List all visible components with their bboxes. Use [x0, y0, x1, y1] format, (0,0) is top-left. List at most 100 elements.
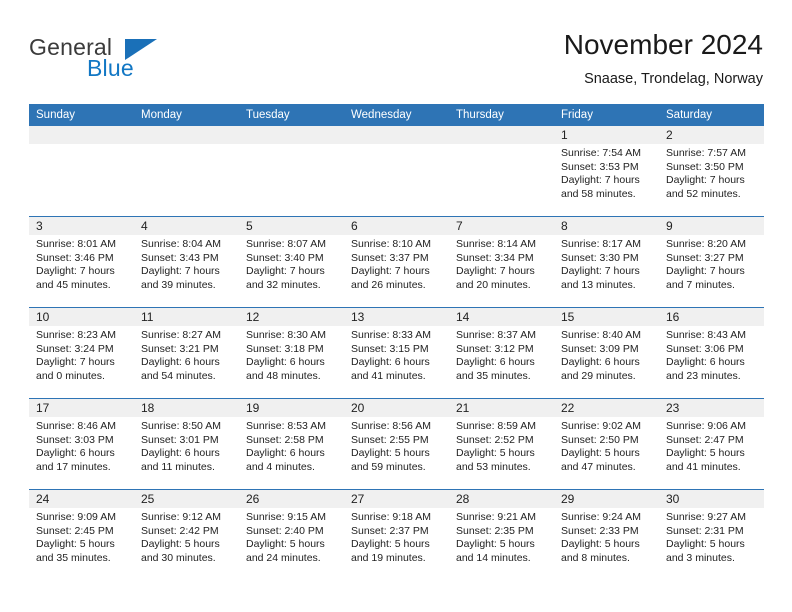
daylight-text-line2: and 48 minutes.	[246, 369, 321, 382]
sunrise-text: Sunrise: 9:02 AM	[561, 420, 641, 432]
calendar-day-cell[interactable]: 5 Sunrise: 8:07 AM Sunset: 3:40 PM Daylight…	[239, 217, 344, 307]
sunset-text: Sunset: 3:46 PM	[36, 251, 114, 264]
calendar-day-cell[interactable]: 21 Sunrise: 8:59 AM Sunset: 2:52 PM Dayligh…	[449, 399, 554, 489]
day-sun-info: Sunrise: 7:54 AM Sunset: 3:53 PM Daylight:…	[554, 144, 659, 201]
calendar-day-cell[interactable]: 17 Sunrise: 8:46 AM Sunset: 3:03 PM Dayligh…	[29, 399, 134, 489]
day-sun-info: Sunrise: 8:33 AM Sunset: 3:15 PM Daylight:…	[344, 326, 449, 383]
calendar-day-cell[interactable]: 6 Sunrise: 8:10 AM Sunset: 3:37 PM Daylight…	[344, 217, 449, 307]
calendar-day-cell[interactable]: 12 Sunrise: 8:30 AM Sunset: 3:18 PM Dayligh…	[239, 308, 344, 398]
day-sun-info: Sunrise: 8:10 AM Sunset: 3:37 PM Daylight:…	[344, 235, 449, 292]
daylight-text-line1: Daylight: 5 hours	[666, 538, 745, 551]
calendar-day-cell[interactable]: 22 Sunrise: 9:02 AM Sunset: 2:50 PM Dayligh…	[554, 399, 659, 489]
calendar-day-cell[interactable]: 10 Sunrise: 8:23 AM Sunset: 3:24 PM Dayligh…	[29, 308, 134, 398]
calendar-day-cell[interactable]: 8 Sunrise: 8:17 AM Sunset: 3:30 PM Daylight…	[554, 217, 659, 307]
daylight-text-line1: Daylight: 7 hours	[666, 265, 745, 278]
day-sun-info: Sunrise: 8:56 AM Sunset: 2:55 PM Daylight:…	[344, 417, 449, 474]
calendar-day-cell[interactable]: 4 Sunrise: 8:04 AM Sunset: 3:43 PM Daylight…	[134, 217, 239, 307]
calendar-week-row: 3 Sunrise: 8:01 AM Sunset: 3:46 PM Daylight…	[29, 216, 764, 307]
calendar-day-cell[interactable]: 3 Sunrise: 8:01 AM Sunset: 3:46 PM Daylight…	[29, 217, 134, 307]
day-sun-info: Sunrise: 9:09 AM Sunset: 2:45 PM Daylight:…	[29, 508, 134, 565]
sunrise-text: Sunrise: 8:56 AM	[351, 420, 431, 432]
calendar-day-cell[interactable]: 29 Sunrise: 9:24 AM Sunset: 2:33 PM Dayligh…	[554, 490, 659, 580]
day-sun-info: Sunrise: 8:30 AM Sunset: 3:18 PM Daylight:…	[239, 326, 344, 383]
day-number: 27	[344, 490, 449, 508]
calendar-day-cell[interactable]: 26 Sunrise: 9:15 AM Sunset: 2:40 PM Dayligh…	[239, 490, 344, 580]
daylight-text-line1: Daylight: 5 hours	[36, 538, 115, 551]
daylight-text-line1: Daylight: 5 hours	[561, 538, 640, 551]
daylight-text-line2: and 23 minutes.	[666, 369, 741, 382]
day-number: 19	[239, 399, 344, 417]
calendar-day-cell[interactable]: 15 Sunrise: 8:40 AM Sunset: 3:09 PM Dayligh…	[554, 308, 659, 398]
day-number: 2	[659, 126, 764, 144]
day-sun-info: Sunrise: 8:50 AM Sunset: 3:01 PM Daylight:…	[134, 417, 239, 474]
calendar-day-cell-empty	[344, 126, 449, 216]
day-number: 11	[134, 308, 239, 326]
calendar-day-cell[interactable]: 16 Sunrise: 8:43 AM Sunset: 3:06 PM Dayligh…	[659, 308, 764, 398]
daylight-text-line2: and 32 minutes.	[246, 278, 321, 291]
day-number: 6	[344, 217, 449, 235]
calendar-day-cell[interactable]: 30 Sunrise: 9:27 AM Sunset: 2:31 PM Dayligh…	[659, 490, 764, 580]
calendar-day-cell[interactable]: 18 Sunrise: 8:50 AM Sunset: 3:01 PM Dayligh…	[134, 399, 239, 489]
daylight-text-line2: and 24 minutes.	[246, 551, 321, 564]
calendar-day-cell[interactable]: 13 Sunrise: 8:33 AM Sunset: 3:15 PM Dayligh…	[344, 308, 449, 398]
day-sun-info: Sunrise: 8:14 AM Sunset: 3:34 PM Daylight:…	[449, 235, 554, 292]
sunset-text: Sunset: 2:55 PM	[351, 433, 429, 446]
calendar-day-cell[interactable]: 2 Sunrise: 7:57 AM Sunset: 3:50 PM Daylight…	[659, 126, 764, 216]
daylight-text-line2: and 19 minutes.	[351, 551, 426, 564]
sunrise-text: Sunrise: 8:17 AM	[561, 238, 641, 250]
calendar-day-cell[interactable]: 11 Sunrise: 8:27 AM Sunset: 3:21 PM Dayligh…	[134, 308, 239, 398]
day-sun-info: Sunrise: 8:40 AM Sunset: 3:09 PM Daylight:…	[554, 326, 659, 383]
daylight-text-line2: and 30 minutes.	[141, 551, 216, 564]
calendar-day-cell[interactable]: 1 Sunrise: 7:54 AM Sunset: 3:53 PM Daylight…	[554, 126, 659, 216]
calendar-day-cell[interactable]: 19 Sunrise: 8:53 AM Sunset: 2:58 PM Dayligh…	[239, 399, 344, 489]
day-sun-info: Sunrise: 8:04 AM Sunset: 3:43 PM Daylight:…	[134, 235, 239, 292]
day-sun-info: Sunrise: 9:24 AM Sunset: 2:33 PM Daylight:…	[554, 508, 659, 565]
daylight-text-line1: Daylight: 7 hours	[666, 174, 745, 187]
calendar-day-cell[interactable]: 27 Sunrise: 9:18 AM Sunset: 2:37 PM Dayligh…	[344, 490, 449, 580]
calendar-day-cell[interactable]: 9 Sunrise: 8:20 AM Sunset: 3:27 PM Daylight…	[659, 217, 764, 307]
sunrise-text: Sunrise: 8:27 AM	[141, 329, 221, 341]
daylight-text-line1: Daylight: 5 hours	[456, 538, 535, 551]
calendar-day-cell[interactable]: 24 Sunrise: 9:09 AM Sunset: 2:45 PM Dayligh…	[29, 490, 134, 580]
daylight-text-line2: and 58 minutes.	[561, 187, 636, 200]
daylight-text-line2: and 7 minutes.	[666, 278, 735, 291]
calendar-week-row: 1 Sunrise: 7:54 AM Sunset: 3:53 PM Daylight…	[29, 126, 764, 216]
sunset-text: Sunset: 3:12 PM	[456, 342, 534, 355]
day-number: 16	[659, 308, 764, 326]
sunset-text: Sunset: 2:47 PM	[666, 433, 744, 446]
calendar-day-cell-empty	[239, 126, 344, 216]
calendar-day-cell[interactable]: 7 Sunrise: 8:14 AM Sunset: 3:34 PM Daylight…	[449, 217, 554, 307]
daylight-text-line1: Daylight: 7 hours	[141, 265, 220, 278]
daylight-text-line2: and 53 minutes.	[456, 460, 531, 473]
calendar-week-row: 17 Sunrise: 8:46 AM Sunset: 3:03 PM Dayligh…	[29, 398, 764, 489]
daylight-text-line2: and 17 minutes.	[36, 460, 111, 473]
sunrise-text: Sunrise: 9:27 AM	[666, 511, 746, 523]
daylight-text-line1: Daylight: 6 hours	[666, 356, 745, 369]
day-sun-info: Sunrise: 8:23 AM Sunset: 3:24 PM Daylight:…	[29, 326, 134, 383]
calendar-day-cell[interactable]: 23 Sunrise: 9:06 AM Sunset: 2:47 PM Dayligh…	[659, 399, 764, 489]
calendar-weeks: 1 Sunrise: 7:54 AM Sunset: 3:53 PM Daylight…	[29, 126, 764, 580]
calendar-day-cell[interactable]: 14 Sunrise: 8:37 AM Sunset: 3:12 PM Dayligh…	[449, 308, 554, 398]
daylight-text-line2: and 54 minutes.	[141, 369, 216, 382]
daylight-text-line1: Daylight: 5 hours	[666, 447, 745, 460]
sunrise-text: Sunrise: 8:59 AM	[456, 420, 536, 432]
day-number: 28	[449, 490, 554, 508]
calendar-day-cell-empty	[134, 126, 239, 216]
day-number: 10	[29, 308, 134, 326]
day-number	[29, 126, 134, 144]
calendar-day-cell[interactable]: 28 Sunrise: 9:21 AM Sunset: 2:35 PM Dayligh…	[449, 490, 554, 580]
sunset-text: Sunset: 3:34 PM	[456, 251, 534, 264]
daylight-text-line1: Daylight: 7 hours	[246, 265, 325, 278]
page-title: November 2024	[563, 29, 763, 60]
sunrise-text: Sunrise: 9:12 AM	[141, 511, 221, 523]
general-blue-logo[interactable]: General Blue	[29, 34, 229, 90]
day-sun-info: Sunrise: 9:18 AM Sunset: 2:37 PM Daylight:…	[344, 508, 449, 565]
calendar-day-cell[interactable]: 25 Sunrise: 9:12 AM Sunset: 2:42 PM Dayligh…	[134, 490, 239, 580]
sunset-text: Sunset: 3:30 PM	[561, 251, 639, 264]
daylight-text-line2: and 52 minutes.	[666, 187, 741, 200]
calendar-day-cell[interactable]: 20 Sunrise: 8:56 AM Sunset: 2:55 PM Dayligh…	[344, 399, 449, 489]
sunrise-text: Sunrise: 9:18 AM	[351, 511, 431, 523]
sunset-text: Sunset: 3:27 PM	[666, 251, 744, 264]
day-number: 12	[239, 308, 344, 326]
day-sun-info: Sunrise: 9:21 AM Sunset: 2:35 PM Daylight:…	[449, 508, 554, 565]
